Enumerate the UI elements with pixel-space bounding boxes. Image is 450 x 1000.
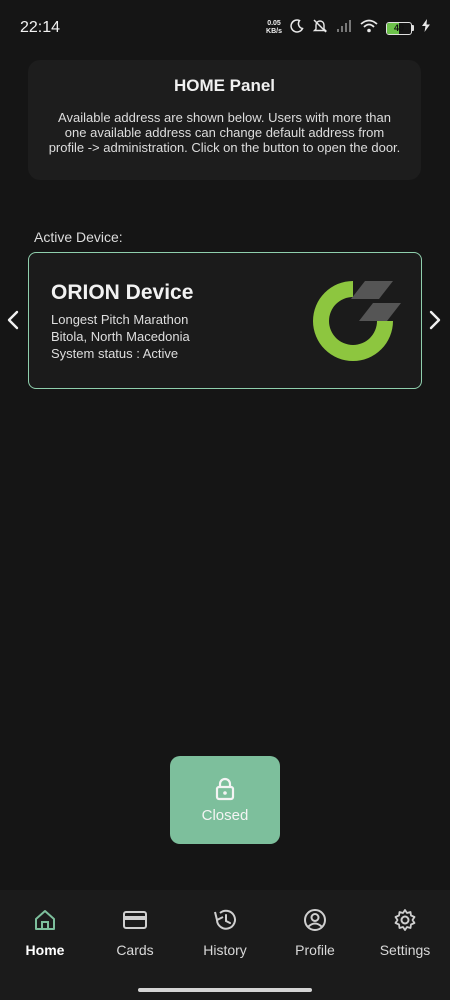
lock-icon [215,777,235,800]
nav-home[interactable]: Home [5,908,85,1000]
nav-history-label: History [203,942,247,958]
nav-profile[interactable]: Profile [275,908,355,1000]
previous-device-button[interactable] [2,306,24,334]
battery-indicator: 49 [386,21,414,35]
next-device-button[interactable] [424,306,446,334]
bottom-navigation: Home Cards History Profile Settings [0,890,450,1000]
active-device-label: Active Device: [34,229,123,245]
orion-logo [313,281,401,361]
nav-settings-label: Settings [379,942,431,958]
gesture-home-indicator[interactable] [138,988,312,992]
home-icon [35,910,55,930]
nav-history[interactable]: History [185,908,265,1000]
status-time: 22:14 [20,19,61,36]
panel-title: HOME Panel [173,76,276,95]
home-info-panel: HOME Panel Available address are shown b… [28,60,421,180]
profile-icon [304,909,326,931]
battery-icon: 49 [386,21,412,35]
signal-icon [336,19,352,38]
card-icon [123,911,147,929]
door-status-label: Closed [201,806,249,824]
battery-level: 49 [393,23,404,33]
panel-description: Available address are shown below. Users… [48,110,401,155]
nav-home-label: Home [25,942,65,958]
device-card[interactable]: ORION Device Longest Pitch Marathon Bito… [28,252,422,389]
mute-icon [312,18,328,39]
nav-cards[interactable]: Cards [95,908,175,1000]
history-icon [214,909,236,930]
moon-icon [290,18,304,38]
wifi-icon [360,19,378,38]
gear-icon [394,909,416,931]
nav-profile-label: Profile [295,942,335,958]
nav-settings[interactable]: Settings [365,908,445,1000]
status-bar: 22:14 0.05 KB/s 49 [0,0,450,56]
chevron-left-icon [7,310,19,330]
network-speed-unit: KB/s [266,28,282,35]
charging-icon [422,19,430,37]
nav-cards-label: Cards [116,942,154,958]
battery-tip [412,25,414,31]
chevron-right-icon [429,310,441,330]
network-speed: 0.05 KB/s [266,20,282,36]
door-toggle-button[interactable]: Closed [170,756,280,844]
network-speed-value: 0.05 [267,20,281,27]
status-icons: 0.05 KB/s 49 [266,18,430,39]
